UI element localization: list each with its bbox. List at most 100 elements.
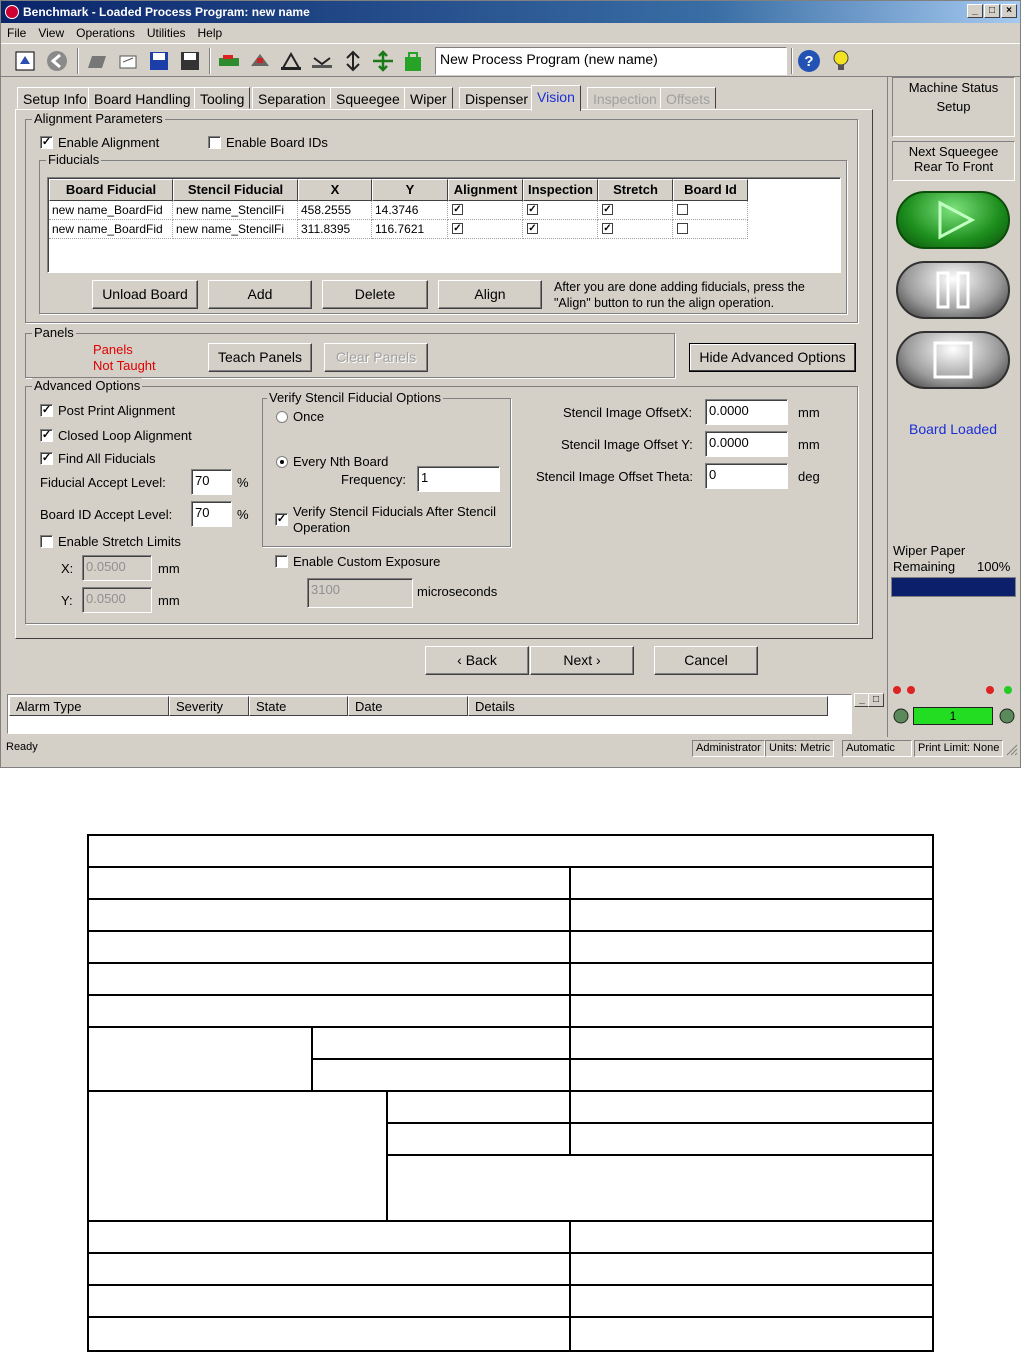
verify-every-nth-radio[interactable] — [276, 456, 288, 468]
column-header-board-id[interactable]: Board Id — [673, 179, 748, 201]
tab-wiper[interactable]: Wiper — [404, 87, 453, 109]
lightbulb-icon[interactable] — [829, 49, 853, 73]
tab-tooling[interactable]: Tooling — [194, 87, 251, 109]
cancel-button[interactable]: Cancel — [654, 646, 758, 675]
close-button[interactable]: × — [1001, 4, 1017, 18]
column-header-board-fiducial[interactable]: Board Fiducial — [49, 179, 173, 201]
table-cell-board-fiducial[interactable]: new name_BoardFid — [49, 201, 173, 220]
board-counter: 1 — [913, 707, 993, 725]
tab-setup-info[interactable]: Setup Info — [17, 87, 93, 109]
column-header-alignment[interactable]: Alignment — [448, 179, 523, 201]
table-cell-y[interactable]: 14.3746 — [372, 201, 448, 220]
open-folder-icon[interactable] — [85, 49, 109, 73]
verify-after-stencil-checkbox[interactable]: ✓ — [275, 513, 288, 526]
fiducials-table[interactable]: Board Fiducial Stencil Fiducial X Y Alig… — [47, 177, 841, 273]
column-header-y[interactable]: Y — [372, 179, 448, 201]
help-icon[interactable]: ? — [797, 49, 821, 73]
ssp-icon[interactable] — [13, 49, 37, 73]
stencil-offset-theta-input[interactable]: 0 — [705, 463, 788, 489]
board-id-checkbox[interactable] — [677, 223, 688, 234]
stretch-y-input[interactable]: 0.0500 — [82, 587, 152, 613]
edit-icon[interactable] — [116, 49, 140, 73]
frequency-input[interactable]: 1 — [417, 466, 500, 492]
pause-button[interactable] — [896, 261, 1010, 319]
menu-operations[interactable]: Operations — [70, 23, 141, 40]
tab-separation[interactable]: Separation — [252, 87, 332, 109]
delete-fiducial-button[interactable]: Delete — [322, 280, 428, 309]
tool-icon[interactable] — [248, 49, 272, 73]
align-button[interactable]: Align — [438, 280, 542, 309]
board-id-accept-level-input[interactable]: 70 — [191, 501, 232, 527]
alarm-column-severity[interactable]: Severity — [169, 696, 249, 716]
enable-custom-exposure-checkbox[interactable] — [275, 555, 288, 568]
tab-board-handling[interactable]: Board Handling — [88, 87, 197, 109]
hide-advanced-options-button[interactable]: Hide Advanced Options — [689, 343, 856, 372]
stretch-x-input[interactable]: 0.0500 — [82, 555, 152, 581]
clear-panels-button[interactable]: Clear Panels — [324, 343, 428, 372]
alarm-column-state[interactable]: State — [249, 696, 348, 716]
column-header-stretch[interactable]: Stretch — [598, 179, 673, 201]
closed-loop-alignment-checkbox[interactable]: ✓ — [40, 429, 53, 442]
process-program-name-field[interactable]: New Process Program (new name) — [435, 47, 787, 75]
back-arrow-icon[interactable] — [45, 49, 69, 73]
table-cell-x[interactable]: 311.8395 — [298, 220, 372, 239]
teach-panels-button[interactable]: Teach Panels — [208, 343, 312, 372]
stop-button[interactable] — [896, 331, 1010, 389]
column-header-inspection[interactable]: Inspection — [523, 179, 598, 201]
stencil-icon[interactable] — [341, 49, 365, 73]
alarm-restore-button[interactable]: □ — [868, 693, 884, 707]
save-icon[interactable] — [147, 49, 171, 73]
alignment-checkbox[interactable]: ✓ — [452, 223, 463, 234]
tab-inspection[interactable]: Inspection — [587, 87, 663, 109]
save-all-icon[interactable] — [178, 49, 202, 73]
menu-help[interactable]: Help — [192, 23, 229, 40]
custom-exposure-input[interactable]: 3100 — [307, 578, 413, 608]
separation-icon[interactable] — [310, 49, 334, 73]
tab-vision[interactable]: Vision — [531, 85, 581, 111]
lock-icon[interactable] — [401, 49, 425, 73]
maximize-button[interactable]: □ — [984, 4, 1000, 18]
fiducial-accept-level-input[interactable]: 70 — [191, 469, 232, 495]
table-cell-y[interactable]: 116.7621 — [372, 220, 448, 239]
verify-once-radio[interactable] — [276, 411, 288, 423]
inspection-checkbox[interactable]: ✓ — [527, 223, 538, 234]
menu-view[interactable]: View — [32, 23, 70, 40]
next-button[interactable]: Next › — [530, 646, 634, 675]
stretch-checkbox[interactable]: ✓ — [602, 204, 613, 215]
squeegee-icon[interactable] — [279, 49, 303, 73]
table-cell-board-fiducial[interactable]: new name_BoardFid — [49, 220, 173, 239]
post-print-alignment-checkbox[interactable]: ✓ — [40, 404, 53, 417]
column-header-x[interactable]: X — [298, 179, 372, 201]
column-header-stencil-fiducial[interactable]: Stencil Fiducial — [173, 179, 298, 201]
add-fiducial-button[interactable]: Add — [208, 280, 312, 309]
tab-offsets[interactable]: Offsets — [660, 87, 717, 109]
enable-board-ids-checkbox[interactable] — [208, 136, 221, 149]
back-button[interactable]: ‹ Back — [425, 646, 529, 675]
stencil-offset-x-input[interactable]: 0.0000 — [705, 399, 788, 425]
resize-grip-icon[interactable] — [1004, 742, 1018, 756]
tab-dispenser[interactable]: Dispenser — [459, 87, 535, 109]
alarm-column-details[interactable]: Details — [468, 696, 828, 716]
alarm-column-date[interactable]: Date — [348, 696, 468, 716]
stencil-offset-y-input[interactable]: 0.0000 — [705, 431, 788, 457]
enable-stretch-limits-checkbox[interactable] — [40, 535, 53, 548]
find-all-fiducials-checkbox[interactable]: ✓ — [40, 452, 53, 465]
board-icon[interactable] — [217, 49, 241, 73]
unload-board-button[interactable]: Unload Board — [92, 280, 198, 309]
tab-squeegee[interactable]: Squeegee — [330, 87, 406, 109]
minimize-button[interactable]: _ — [967, 4, 983, 18]
table-cell-stencil-fiducial[interactable]: new name_StencilFi — [173, 201, 298, 220]
menu-utilities[interactable]: Utilities — [141, 23, 192, 40]
table-cell-x[interactable]: 458.2555 — [298, 201, 372, 220]
board-id-checkbox[interactable] — [677, 204, 688, 215]
inspection-checkbox[interactable]: ✓ — [527, 204, 538, 215]
menu-file[interactable]: File — [1, 23, 32, 40]
alarm-list[interactable]: Alarm Type Severity State Date Details — [7, 694, 852, 734]
alignment-checkbox[interactable]: ✓ — [452, 204, 463, 215]
alarm-column-type[interactable]: Alarm Type — [9, 696, 169, 716]
enable-alignment-checkbox[interactable]: ✓ — [40, 136, 53, 149]
stretch-checkbox[interactable]: ✓ — [602, 223, 613, 234]
table-cell-stencil-fiducial[interactable]: new name_StencilFi — [173, 220, 298, 239]
align-icon[interactable] — [371, 49, 395, 73]
start-button[interactable] — [896, 191, 1010, 249]
